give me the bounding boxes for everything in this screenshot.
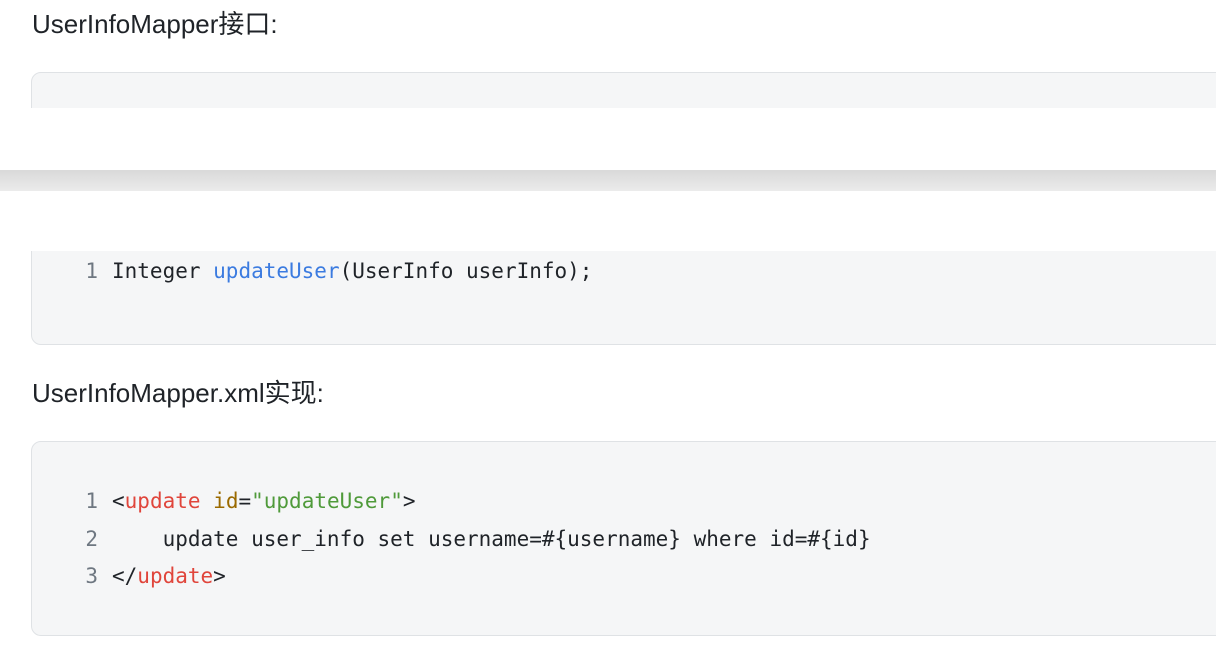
line-number: 1: [85, 489, 98, 513]
page-break-divider: [0, 170, 1216, 191]
section-heading-xml: UserInfoMapper.xml实现:: [32, 378, 324, 408]
code-token-params: (UserInfo userInfo);: [339, 259, 593, 283]
line-number: 1: [85, 259, 98, 283]
code-token-method: updateUser: [213, 259, 340, 283]
code-line: 1 Integer updateUser(UserInfo userInfo);: [32, 261, 592, 282]
code-line: 3 </update>: [32, 564, 226, 588]
code-token-punct: =: [238, 489, 252, 513]
page: UserInfoMapper接口: 1 Integer updateUser(Us…: [0, 0, 1216, 663]
code-token-punct: >: [213, 564, 226, 588]
line-number: 2: [85, 527, 98, 551]
section-heading-interface: UserInfoMapper接口:: [32, 9, 278, 39]
code-token-type: Integer: [112, 259, 214, 283]
code-token-punct: >: [402, 489, 416, 513]
code-token-text: update user_info set username=#{username…: [112, 527, 871, 551]
code-token-string: "updateUser": [251, 489, 403, 513]
code-line: 2 update user_info set username=#{userna…: [32, 527, 871, 551]
page-break-band-bottom: [0, 191, 1216, 251]
line-number: 3: [85, 564, 98, 588]
code-block-xml: 1 <update id="updateUser"> 2 update user_…: [31, 441, 1216, 636]
code-token-attr: id: [213, 489, 239, 513]
code-token-punct: <: [112, 489, 125, 513]
code-line: 1 <update id="updateUser">: [32, 489, 416, 513]
code-token-tag: update: [124, 489, 201, 513]
code-token-punct: </: [112, 564, 138, 588]
code-token-tag: update: [137, 564, 214, 588]
page-break-band-top: [0, 108, 1216, 170]
